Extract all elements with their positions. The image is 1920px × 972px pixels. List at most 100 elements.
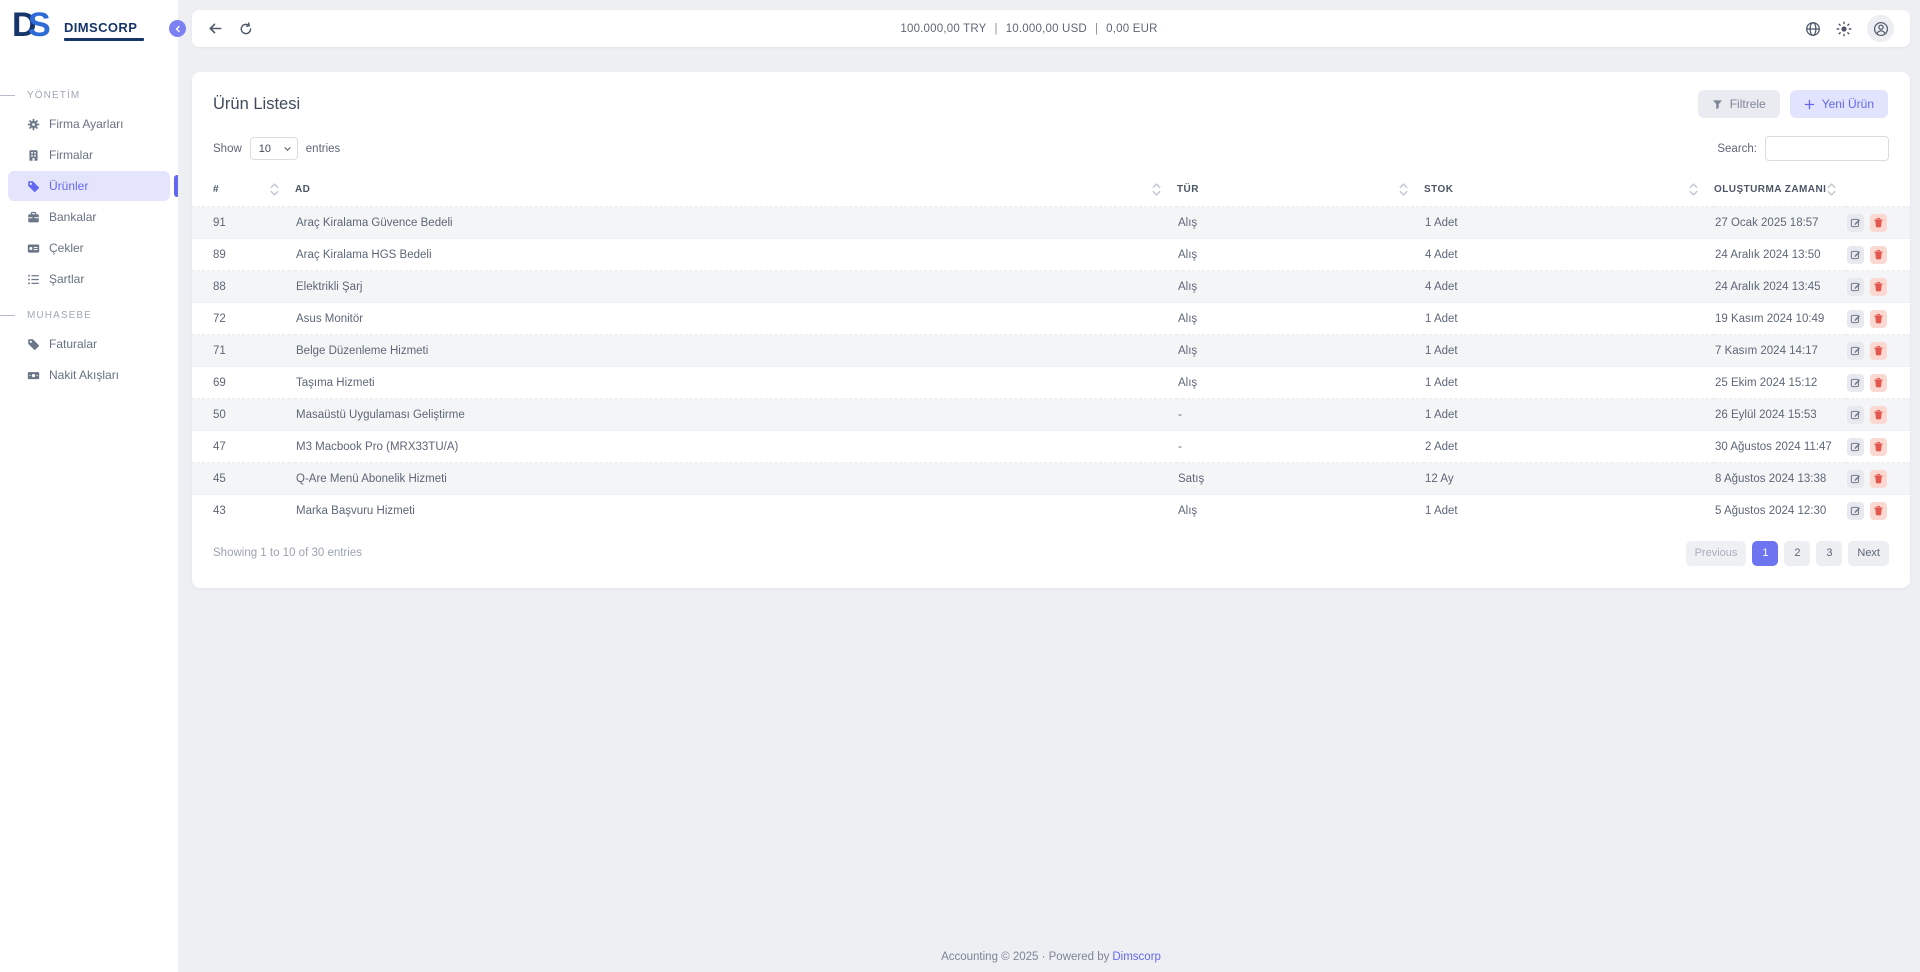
column-header-created[interactable]: OLUŞTURMA ZAMANI: [1714, 173, 1846, 207]
sidebar-item-urunler[interactable]: Ürünler: [8, 171, 170, 201]
cell-id: 47: [192, 431, 295, 463]
table-row: 45Q-Are Menü Abonelik HizmetiSatış12 Ay8…: [192, 463, 1910, 495]
edit-row-button[interactable]: [1847, 374, 1864, 392]
user-menu-button[interactable]: [1867, 15, 1894, 42]
sidebar-item-cekler[interactable]: Çekler: [8, 233, 170, 263]
new-product-button[interactable]: Yeni Ürün: [1790, 90, 1888, 118]
table-row: 71Belge Düzenleme HizmetiAlış1 Adet7 Kas…: [192, 335, 1910, 367]
edit-row-button[interactable]: [1847, 406, 1864, 424]
pagination: Previous 1 2 3 Next: [1686, 541, 1889, 566]
pagination-page-2[interactable]: 2: [1784, 541, 1810, 566]
trash-icon: [1873, 345, 1884, 356]
cell-name: M3 Macbook Pro (MRX33TU/A): [295, 431, 1177, 463]
list-icon: [27, 273, 40, 286]
cell-actions: [1846, 495, 1910, 527]
cell-stock: 1 Adet: [1424, 495, 1714, 527]
edit-row-button[interactable]: [1847, 310, 1864, 328]
column-header-actions: [1846, 173, 1910, 207]
edit-icon: [1850, 377, 1861, 388]
delete-row-button[interactable]: [1870, 342, 1887, 360]
user-icon: [1873, 21, 1889, 37]
delete-row-button[interactable]: [1870, 214, 1887, 232]
table-row: 47M3 Macbook Pro (MRX33TU/A)-2 Adet30 Ağ…: [192, 431, 1910, 463]
currency-usd: 10.000,00 USD: [1006, 23, 1087, 35]
cell-name: Taşıma Hizmeti: [295, 367, 1177, 399]
edit-row-button[interactable]: [1847, 502, 1864, 520]
edit-icon: [1850, 217, 1861, 228]
building-icon: [27, 149, 40, 162]
language-button[interactable]: [1805, 21, 1821, 37]
delete-row-button[interactable]: [1870, 374, 1887, 392]
cell-created: 26 Eylül 2024 15:53: [1714, 399, 1846, 431]
cell-actions: [1846, 367, 1910, 399]
sidebar-item-firma-ayarlari[interactable]: Firma Ayarları: [8, 109, 170, 139]
pagination-page-3[interactable]: 3: [1816, 541, 1842, 566]
delete-row-button[interactable]: [1870, 406, 1887, 424]
cell-actions: [1846, 431, 1910, 463]
gear-icon: [27, 118, 40, 131]
sidebar-item-sartlar[interactable]: Şartlar: [8, 264, 170, 294]
sidebar-collapse-button[interactable]: [169, 20, 186, 37]
column-header-id[interactable]: #: [192, 173, 295, 207]
cell-name: Q-Are Menü Abonelik Hizmeti: [295, 463, 1177, 495]
page-size-select[interactable]: 10: [250, 137, 298, 160]
pagination-page-1[interactable]: 1: [1752, 541, 1778, 566]
search-input[interactable]: [1765, 136, 1889, 161]
cell-created: 19 Kasım 2024 10:49: [1714, 303, 1846, 335]
cell-actions: [1846, 207, 1910, 239]
sidebar-item-nakit-akislari[interactable]: Nakit Akışları: [8, 360, 170, 390]
refresh-button[interactable]: [239, 22, 253, 36]
sidebar-item-faturalar[interactable]: Faturalar: [8, 329, 170, 359]
filter-button[interactable]: Filtrele: [1698, 90, 1780, 118]
edit-icon: [1850, 281, 1861, 292]
theme-toggle-button[interactable]: [1836, 21, 1852, 37]
cell-type: Alış: [1177, 367, 1424, 399]
sidebar-item-firmalar[interactable]: Firmalar: [8, 140, 170, 170]
cell-type: Alış: [1177, 207, 1424, 239]
section-dash: [0, 95, 15, 96]
cell-stock: 4 Adet: [1424, 271, 1714, 303]
delete-row-button[interactable]: [1870, 470, 1887, 488]
cash-icon: [27, 369, 40, 382]
edit-row-button[interactable]: [1847, 470, 1864, 488]
edit-row-button[interactable]: [1847, 214, 1864, 232]
edit-row-button[interactable]: [1847, 438, 1864, 456]
delete-row-button[interactable]: [1870, 278, 1887, 296]
trash-icon: [1873, 505, 1884, 516]
entries-label: entries: [306, 143, 341, 155]
funnel-icon: [1712, 99, 1723, 110]
page-size-select-wrap: 10: [250, 137, 298, 160]
delete-row-button[interactable]: [1870, 502, 1887, 520]
edit-row-button[interactable]: [1847, 278, 1864, 296]
sidebar-item-bankalar[interactable]: Bankalar: [8, 202, 170, 232]
table-row: 69Taşıma HizmetiAlış1 Adet25 Ekim 2024 1…: [192, 367, 1910, 399]
delete-row-button[interactable]: [1870, 246, 1887, 264]
pagination-previous-button[interactable]: Previous: [1686, 541, 1747, 566]
delete-row-button[interactable]: [1870, 438, 1887, 456]
column-header-name[interactable]: AD: [295, 173, 1177, 207]
brand-logo[interactable]: D S DIMSCORP: [0, 0, 178, 56]
back-button[interactable]: [208, 21, 223, 36]
page-title: Ürün Listesi: [213, 95, 300, 114]
sidebar-section-label: MUHASEBE: [0, 310, 178, 321]
tag-icon: [27, 338, 40, 351]
column-header-stock[interactable]: STOK: [1424, 173, 1714, 207]
cell-created: 7 Kasım 2024 14:17: [1714, 335, 1846, 367]
edit-row-button[interactable]: [1847, 342, 1864, 360]
edit-row-button[interactable]: [1847, 246, 1864, 264]
cell-actions: [1846, 271, 1910, 303]
column-header-type[interactable]: TÜR: [1177, 173, 1424, 207]
plus-icon: [1804, 99, 1815, 110]
footer-brand-link[interactable]: Dimscorp: [1112, 951, 1161, 963]
cell-actions: [1846, 399, 1910, 431]
delete-row-button[interactable]: [1870, 310, 1887, 328]
pagination-next-button[interactable]: Next: [1848, 541, 1889, 566]
topbar: 100.000,00 TRY|10.000,00 USD|0,00 EUR: [192, 10, 1910, 47]
trash-icon: [1873, 281, 1884, 292]
table-row: 91Araç Kiralama Güvence BedeliAlış1 Adet…: [192, 207, 1910, 239]
currency-summary: 100.000,00 TRY|10.000,00 USD|0,00 EUR: [253, 23, 1805, 35]
trash-icon: [1873, 217, 1884, 228]
cell-type: Alış: [1177, 303, 1424, 335]
trash-icon: [1873, 473, 1884, 484]
trash-icon: [1873, 249, 1884, 260]
